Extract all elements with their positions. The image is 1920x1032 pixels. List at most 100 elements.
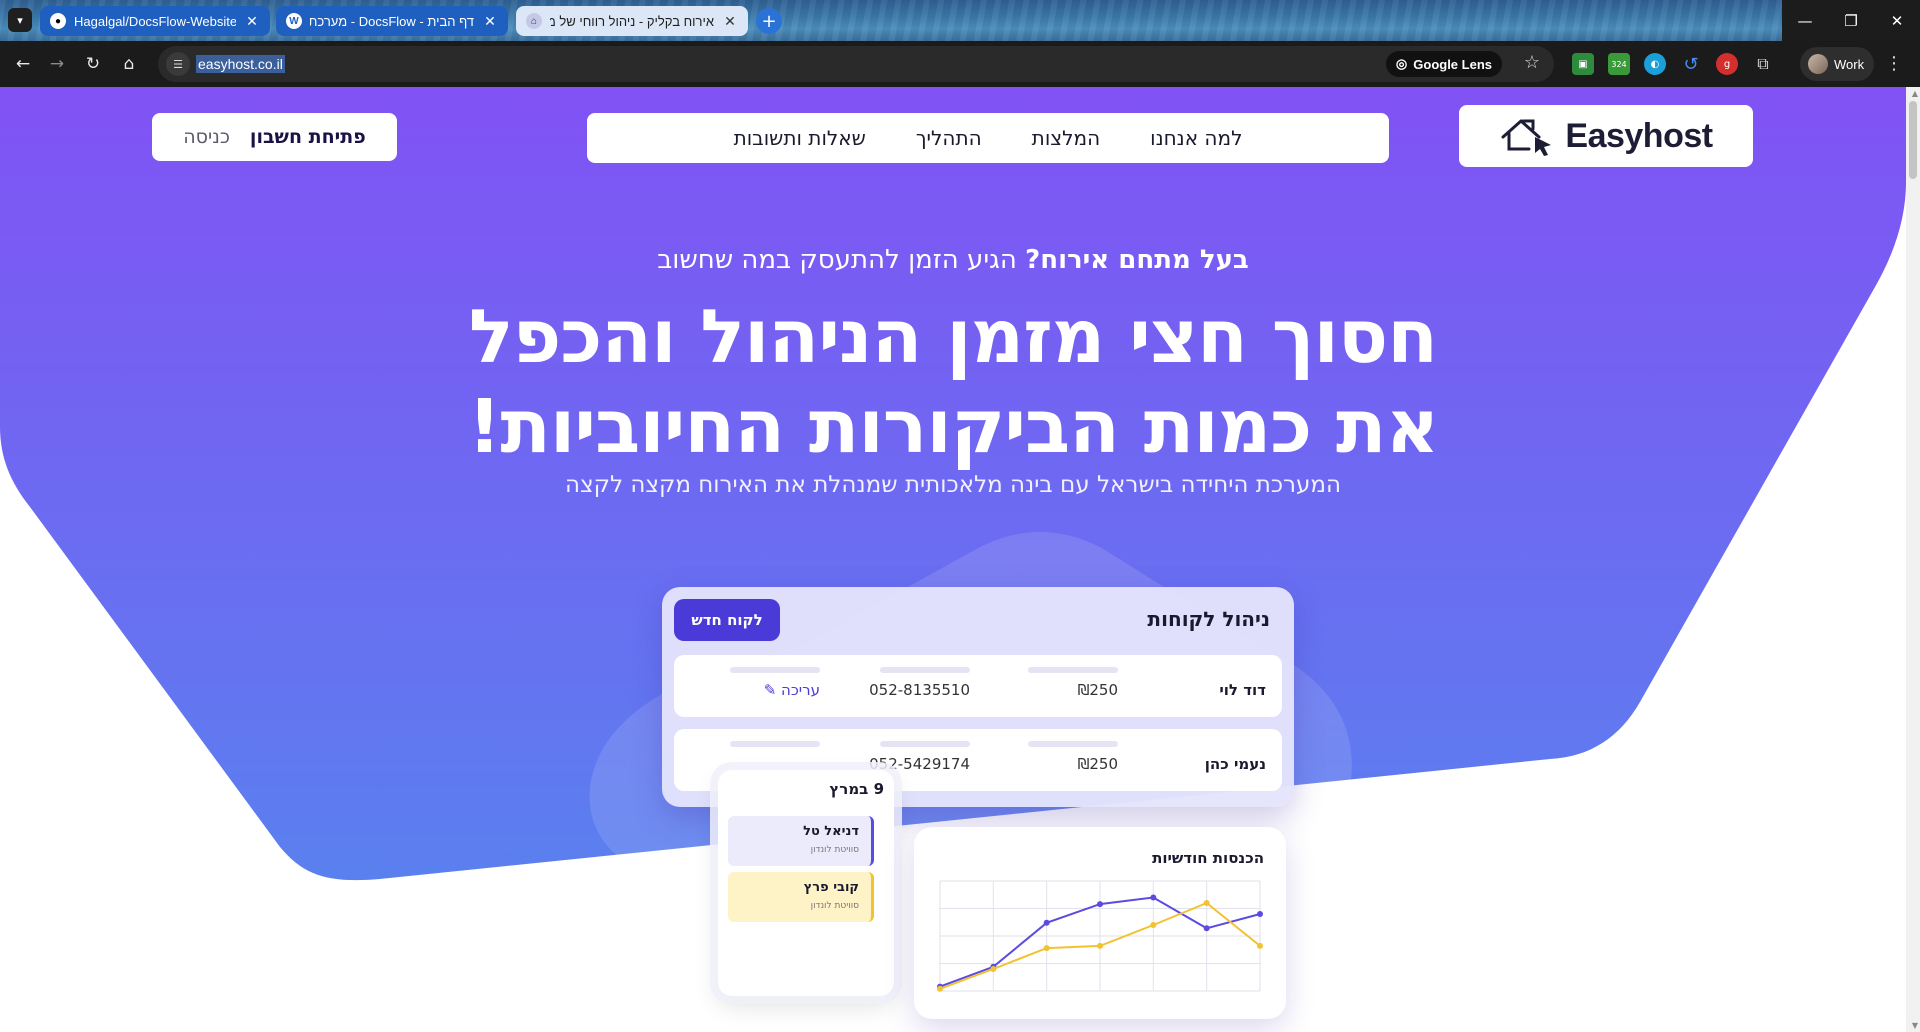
home-button[interactable]: ⌂: [114, 49, 144, 79]
menu-kebab-icon[interactable]: ⋮: [1884, 53, 1904, 74]
headline-line-2: את כמות הביקורות החיוביות!: [467, 384, 1440, 470]
event-guest-name: דניאל טל: [803, 824, 859, 839]
browser-toolbar: ← → ↻ ⌂ ☰ easyhost.co.il ◎ Google Lens ☆…: [0, 41, 1920, 87]
chart-point: [1257, 911, 1263, 917]
site-logo[interactable]: Easyhost: [1459, 105, 1753, 167]
chart-point: [1257, 942, 1263, 949]
nav-item-testimonials[interactable]: המלצות: [1032, 126, 1100, 150]
extension-icon[interactable]: g: [1716, 53, 1738, 75]
event-guest-name: קובי פרץ: [803, 880, 859, 895]
forward-button[interactable]: →: [42, 49, 72, 79]
extensions-puzzle-icon[interactable]: ⧉: [1752, 53, 1774, 75]
client-row: דוד לוי ₪250 052-8135510 עריכה ✎: [674, 655, 1282, 717]
chart-point: [1150, 894, 1157, 901]
extension-badge-icon[interactable]: 324: [1608, 53, 1630, 75]
close-icon[interactable]: ✕: [244, 13, 260, 30]
extension-icon[interactable]: ▣: [1572, 53, 1594, 75]
bookmark-star-icon[interactable]: ☆: [1524, 52, 1540, 73]
calendar-event: קובי פרץ סוויטת לונדון: [728, 872, 874, 922]
chart-point: [1043, 919, 1050, 926]
chart-point: [990, 966, 997, 972]
close-icon[interactable]: ✕: [482, 13, 498, 30]
tab-label: דף הבית - DocsFlow - מערכת ניה: [310, 13, 474, 29]
scrollbar-thumb[interactable]: [1909, 101, 1917, 179]
main-nav: למה אנחנו המלצות התהליך שאלות ותשובות: [587, 113, 1389, 163]
chart-point: [1203, 925, 1210, 932]
edit-label: עריכה: [781, 681, 820, 699]
signup-button[interactable]: פתיחת חשבון: [250, 126, 366, 148]
page-scrollbar[interactable]: ▲ ▼: [1906, 87, 1920, 1032]
address-bar[interactable]: ☰ easyhost.co.il ◎ Google Lens ☆: [158, 46, 1554, 82]
close-icon[interactable]: ✕: [722, 13, 738, 30]
nav-item-faq[interactable]: שאלות ותשובות: [734, 126, 866, 150]
clients-card-title: ניהול לקוחות: [1147, 607, 1270, 631]
auth-box: פתיחת חשבון כניסה: [152, 113, 397, 161]
client-price: ₪250: [1077, 681, 1118, 699]
client-phone: 052-8135510: [869, 681, 970, 699]
client-name: דוד לוי: [1219, 681, 1266, 699]
minimize-button[interactable]: —: [1782, 0, 1828, 41]
close-window-button[interactable]: ✕: [1874, 0, 1920, 41]
hero-subheadline: המערכת היחידה בישראל עם בינה מלאכותית שמ…: [564, 472, 1342, 498]
lens-icon: ◎: [1395, 56, 1408, 71]
tab-label: אירוח בקליק - ניהול רווחי של מו: [550, 13, 714, 29]
new-client-button: לקוח חדש: [674, 599, 780, 641]
chart-point: [1097, 901, 1103, 908]
url-text[interactable]: easyhost.co.il: [196, 55, 285, 73]
wordpress-icon: W: [286, 13, 302, 29]
calendar-date: 9 במרץ: [829, 780, 884, 798]
tab-easyhost[interactable]: ⌂ אירוח בקליק - ניהול רווחי של מו ✕: [516, 6, 748, 36]
headline-line-1: חסוך חצי מזמן הניהול והכפל: [468, 294, 1438, 380]
tab-label: Hagalgal/DocsFlow-Website: [74, 13, 236, 29]
tab-docsflow-wordpress[interactable]: W דף הבית - DocsFlow - מערכת ניה ✕: [276, 6, 508, 36]
calendar-card: 9 במרץ דניאל טל סוויטת לונדון קובי פרץ ס…: [718, 770, 894, 996]
client-price: ₪250: [1077, 755, 1118, 773]
placeholder-bar: [880, 741, 970, 747]
avatar: [1808, 54, 1828, 74]
site-info-icon[interactable]: ☰: [166, 52, 190, 76]
easyhost-icon: ⌂: [526, 13, 542, 29]
client-name: נעמי כהן: [1204, 755, 1266, 773]
revenue-line-chart: [937, 880, 1263, 992]
revenue-chart-card: הכנסות חודשיות: [914, 827, 1286, 1019]
placeholder-bar: [880, 667, 970, 673]
google-lens-button[interactable]: ◎ Google Lens: [1385, 51, 1502, 77]
placeholder-bar: [1028, 667, 1118, 673]
scroll-up-arrow-icon[interactable]: ▲: [1912, 89, 1918, 98]
profile-label: Work: [1834, 56, 1865, 72]
extension-icon[interactable]: ◐: [1644, 53, 1666, 75]
profile-button[interactable]: Work: [1800, 47, 1874, 81]
chart-point: [1097, 942, 1103, 949]
hero-headline: חסוך חצי מזמן הניהול והכפל את כמות הביקו…: [0, 292, 1906, 472]
nav-item-process[interactable]: התהליך: [916, 126, 982, 150]
calendar-event: דניאל טל סוויטת לונדון: [728, 816, 874, 866]
event-room: סוויטת לונדון: [810, 845, 859, 855]
hero-tagline: בעל מתחם אירוח? הגיע הזמן להתעסק במה שחש…: [0, 245, 1906, 275]
google-lens-label: Google Lens: [1413, 56, 1492, 72]
tab-search-button[interactable]: ▾: [8, 8, 32, 32]
chart-point: [1150, 922, 1157, 928]
tagline-rest: הגיע הזמן להתעסק במה שחשוב: [657, 245, 1026, 275]
logo-text: Easyhost: [1565, 116, 1713, 155]
reload-button[interactable]: ↻: [78, 49, 108, 79]
new-tab-button[interactable]: +: [756, 8, 782, 34]
chart-title: הכנסות חודשיות: [1152, 849, 1264, 867]
scroll-down-arrow-icon[interactable]: ▼: [1912, 1021, 1918, 1030]
placeholder-bar: [1028, 741, 1118, 747]
github-icon: ●: [50, 13, 66, 29]
placeholder-bar: [730, 667, 820, 673]
extension-icon[interactable]: ↺: [1680, 53, 1702, 75]
chart-point: [1203, 900, 1210, 906]
chart-point: [1043, 945, 1050, 952]
page-viewport: Easyhost למה אנחנו המלצות התהליך שאלות ו…: [0, 87, 1920, 1032]
back-button[interactable]: ←: [8, 49, 38, 79]
tab-docsflow-github[interactable]: ● Hagalgal/DocsFlow-Website ✕: [40, 6, 270, 36]
restore-button[interactable]: ❐: [1828, 0, 1874, 41]
chart-point: [937, 985, 943, 992]
tagline-bold: בעל מתחם אירוח?: [1025, 245, 1249, 275]
event-room: סוויטת לונדון: [810, 901, 859, 911]
tab-strip: ▾ ● Hagalgal/DocsFlow-Website ✕ W דף הבי…: [0, 0, 1920, 41]
house-cursor-icon: [1501, 119, 1552, 156]
login-button[interactable]: כניסה: [183, 126, 230, 148]
nav-item-why-us[interactable]: למה אנחנו: [1150, 126, 1242, 150]
